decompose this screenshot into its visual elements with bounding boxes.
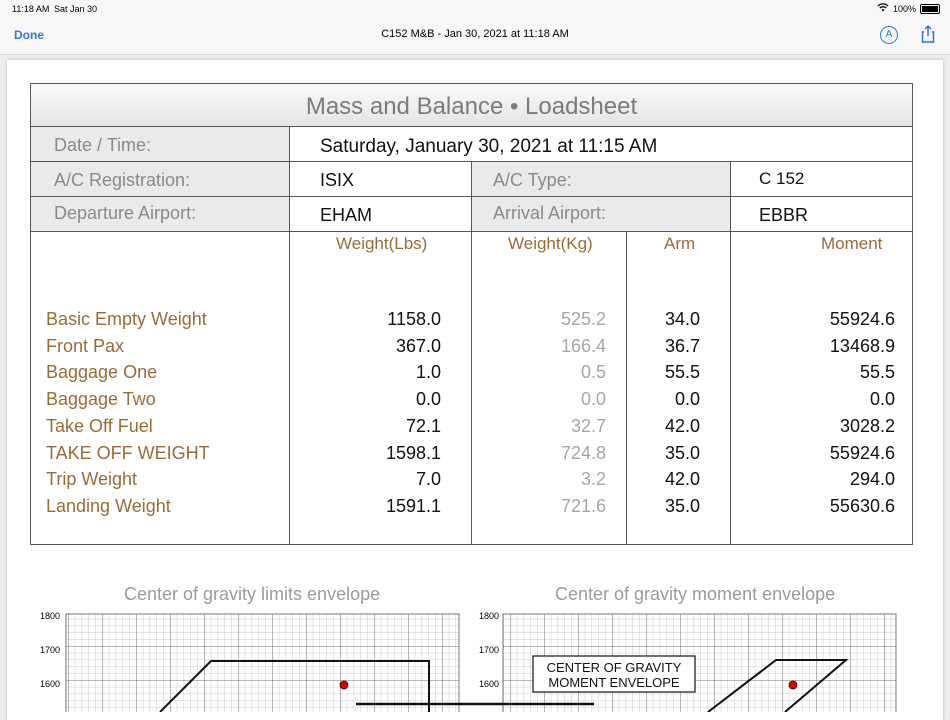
envelope-box-line2: MOMENT ENVELOPE [548,675,680,690]
envelope-graphs [65,613,897,712]
right-cg-point [788,680,798,690]
left-grid [65,613,460,712]
left-cg-point [339,680,349,690]
envelope-box-line1: CENTER OF GRAVITY [546,660,682,675]
